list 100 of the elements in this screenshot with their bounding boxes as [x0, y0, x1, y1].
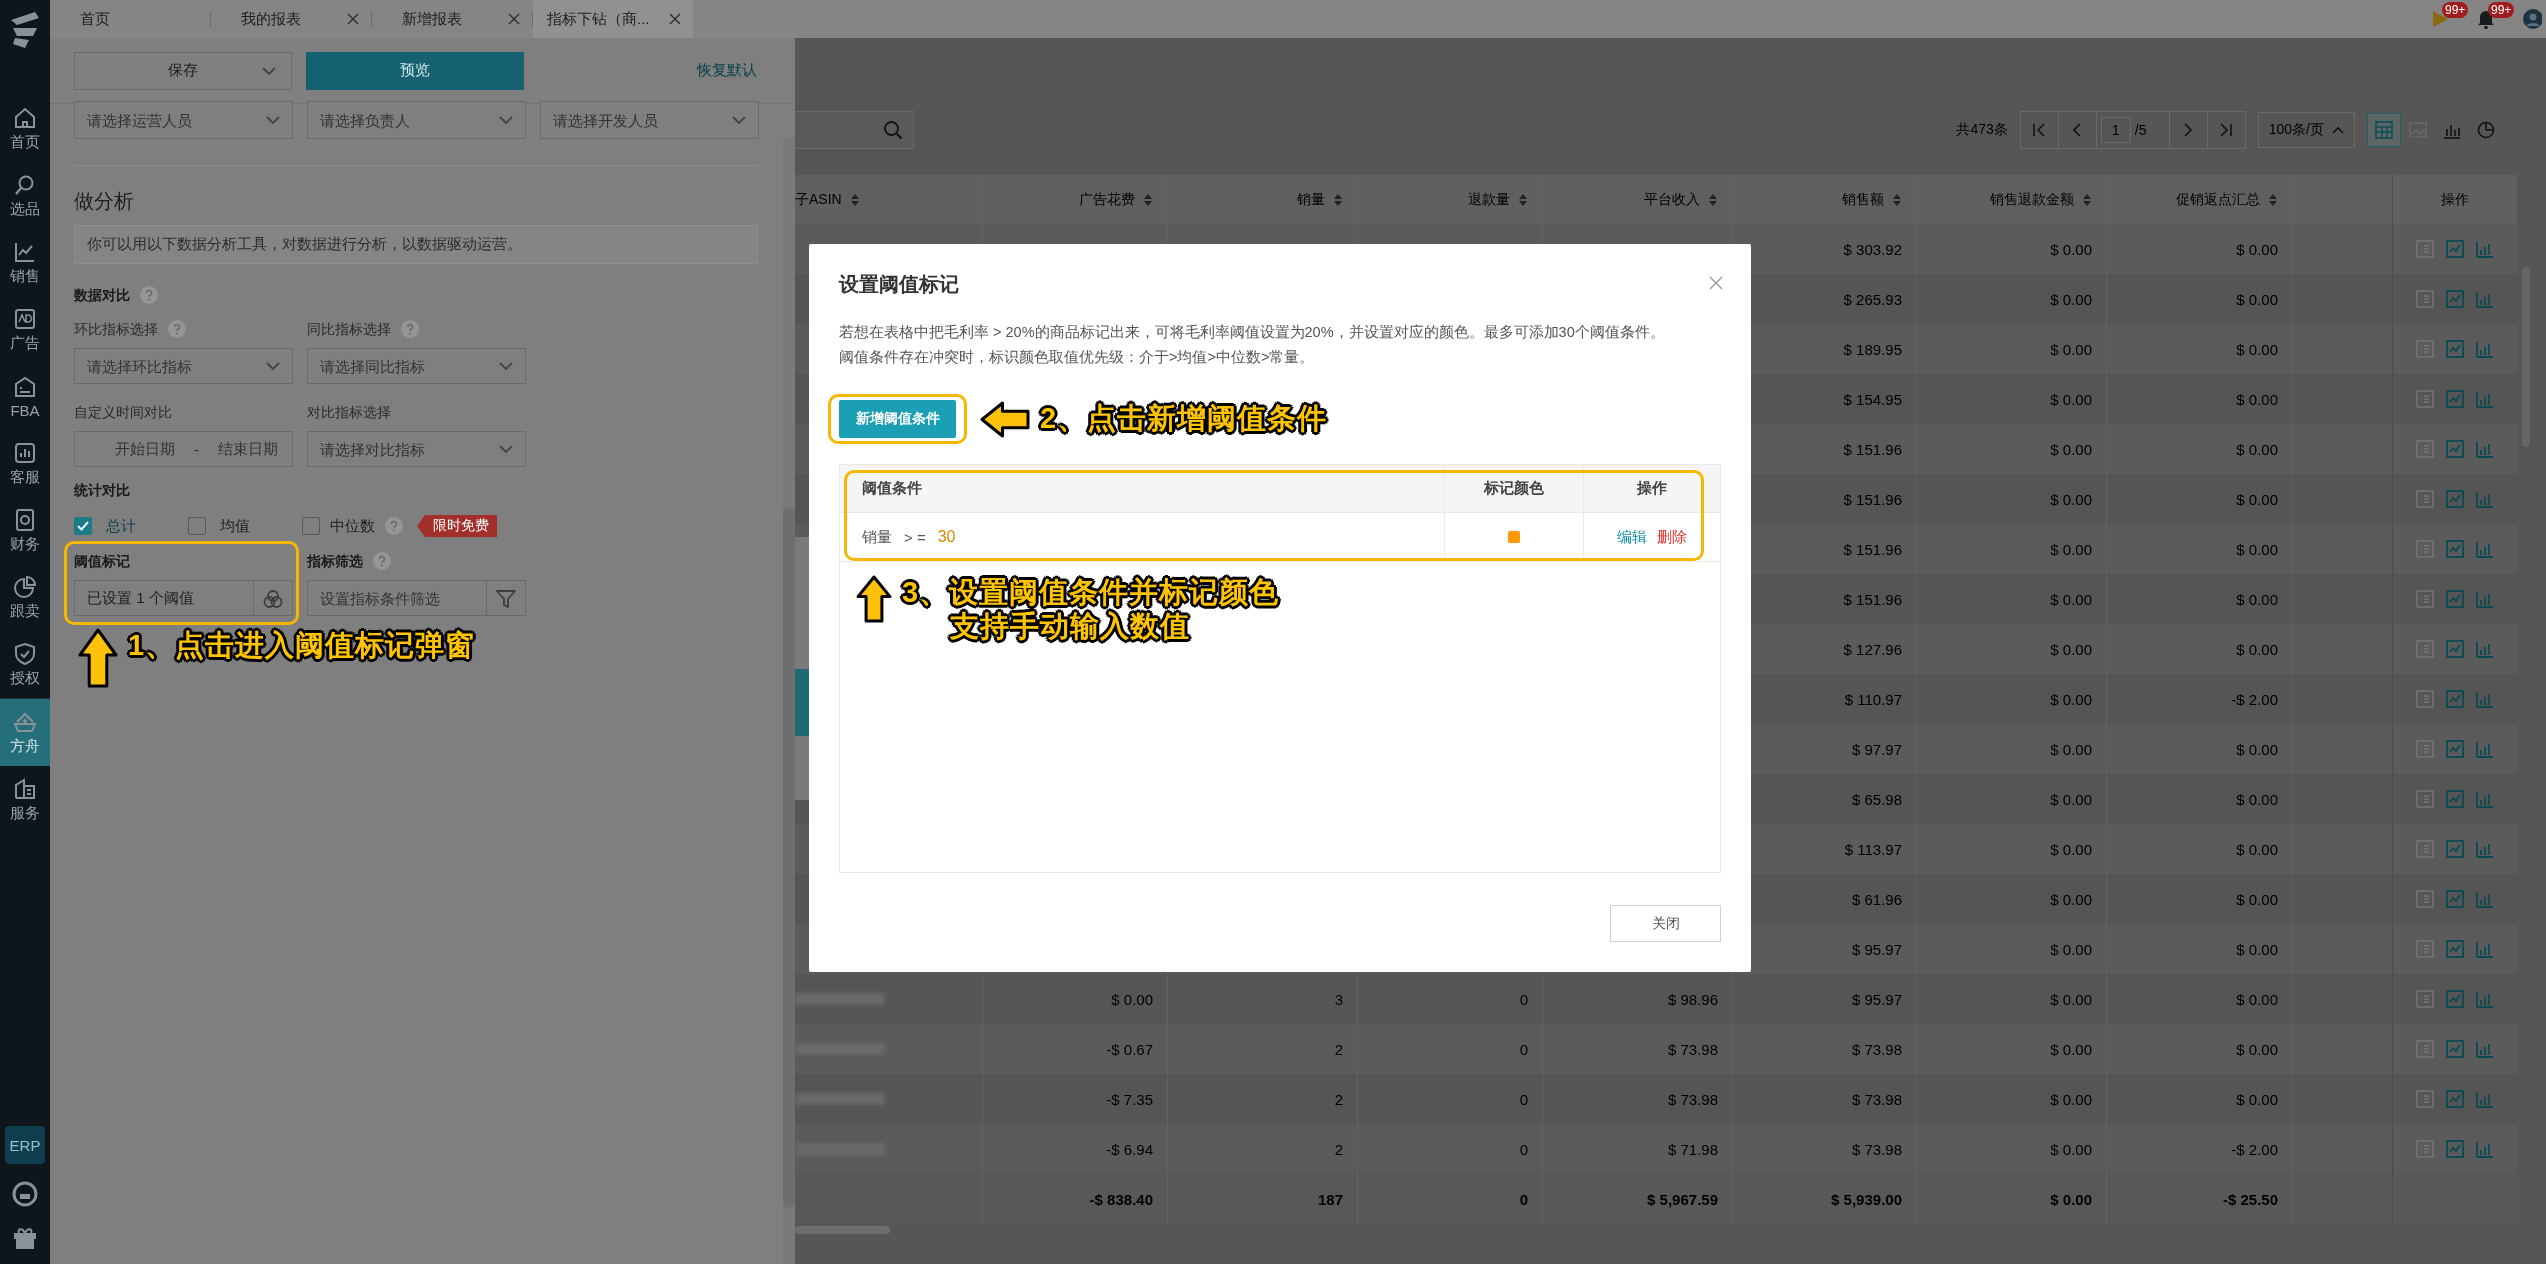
- nav-item[interactable]: 授权: [0, 631, 50, 698]
- funnel-icon[interactable]: [495, 587, 517, 609]
- close-icon[interactable]: [347, 13, 359, 25]
- save-dropdown[interactable]: 保存: [74, 51, 292, 90]
- line-chart-icon[interactable]: [2445, 589, 2465, 609]
- erp-button[interactable]: ERP: [5, 1126, 45, 1164]
- reset-link[interactable]: 恢复默认: [697, 61, 757, 80]
- line-chart-icon[interactable]: [2445, 939, 2465, 959]
- bar-chart-icon[interactable]: [2475, 1039, 2495, 1059]
- page-size-dropdown[interactable]: 100条/页: [2257, 112, 2355, 148]
- list-icon[interactable]: [2415, 889, 2435, 909]
- date-range-field[interactable]: 开始日期 - 结束日期: [74, 431, 293, 467]
- nav-item[interactable]: 客服: [0, 430, 50, 497]
- list-icon[interactable]: [2415, 589, 2435, 609]
- line-chart-icon[interactable]: [2445, 1039, 2465, 1059]
- list-icon[interactable]: [2415, 789, 2435, 809]
- select-field[interactable]: 请选择开发人员: [540, 101, 759, 139]
- line-chart-icon[interactable]: [2445, 539, 2465, 559]
- nav-item[interactable]: 跟卖: [0, 564, 50, 631]
- list-icon[interactable]: [2415, 939, 2435, 959]
- preview-button[interactable]: 预览: [306, 51, 524, 90]
- bar-chart-icon[interactable]: [2475, 939, 2495, 959]
- line-chart-icon[interactable]: [2445, 639, 2465, 659]
- add-condition-button[interactable]: 新增阈值条件: [839, 400, 956, 438]
- line-chart-icon[interactable]: [2445, 489, 2465, 509]
- delete-link[interactable]: 删除: [1657, 527, 1687, 547]
- nav-item[interactable]: 选品: [0, 162, 50, 229]
- close-icon[interactable]: [1709, 276, 1723, 290]
- list-icon[interactable]: [2415, 389, 2435, 409]
- list-icon[interactable]: [2415, 989, 2435, 1009]
- nav-item[interactable]: 财务: [0, 497, 50, 564]
- nav-item[interactable]: 服务: [0, 766, 50, 833]
- bar-chart-icon[interactable]: [2475, 889, 2495, 909]
- list-icon[interactable]: [2415, 1039, 2435, 1059]
- close-button[interactable]: 关闭: [1610, 905, 1721, 942]
- line-chart-icon[interactable]: [2445, 989, 2465, 1009]
- bar-chart-icon[interactable]: [2475, 589, 2495, 609]
- list-icon[interactable]: [2415, 689, 2435, 709]
- bar-chart-icon[interactable]: [2475, 289, 2495, 309]
- bar-chart-icon[interactable]: [2475, 789, 2495, 809]
- bar-chart-icon[interactable]: [2475, 739, 2495, 759]
- list-icon[interactable]: [2415, 1089, 2435, 1109]
- tab[interactable]: 指标下钻（商...: [533, 0, 693, 38]
- tab[interactable]: 首页: [50, 0, 210, 38]
- search-field[interactable]: [795, 111, 914, 149]
- view-button[interactable]: [2367, 113, 2401, 147]
- bar-chart-icon[interactable]: [2475, 1139, 2495, 1159]
- close-icon[interactable]: [669, 13, 681, 25]
- nav-item[interactable]: 广告: [0, 296, 50, 363]
- nav-item[interactable]: 方舟: [0, 699, 50, 766]
- tab[interactable]: 我的报表: [211, 0, 371, 38]
- select-field[interactable]: 请选择同比指标: [307, 348, 526, 384]
- checkbox[interactable]: [74, 517, 92, 535]
- nav-item[interactable]: 销售: [0, 229, 50, 296]
- close-icon[interactable]: [508, 13, 520, 25]
- circles-icon[interactable]: [262, 587, 284, 609]
- bar-chart-icon[interactable]: [2475, 839, 2495, 859]
- list-icon[interactable]: [2415, 739, 2435, 759]
- line-chart-icon[interactable]: [2445, 289, 2465, 309]
- checkbox[interactable]: [302, 517, 320, 535]
- line-chart-icon[interactable]: [2445, 889, 2465, 909]
- tab[interactable]: 新增报表: [372, 0, 532, 38]
- bar-chart-icon[interactable]: [2475, 539, 2495, 559]
- bar-chart-icon[interactable]: [2475, 639, 2495, 659]
- line-chart-icon[interactable]: [2445, 339, 2465, 359]
- list-icon[interactable]: [2415, 339, 2435, 359]
- list-icon[interactable]: [2415, 639, 2435, 659]
- bar-chart-icon[interactable]: [2475, 689, 2495, 709]
- line-chart-icon[interactable]: [2445, 439, 2465, 459]
- avatar[interactable]: [2522, 8, 2542, 30]
- page-input[interactable]: 1: [2100, 117, 2131, 143]
- input-field[interactable]: 设置指标条件筛选: [307, 580, 526, 616]
- line-chart-icon[interactable]: [2445, 389, 2465, 409]
- list-icon[interactable]: [2415, 489, 2435, 509]
- nav-item[interactable]: FBA: [0, 363, 50, 430]
- line-chart-icon[interactable]: [2445, 689, 2465, 709]
- list-icon[interactable]: [2415, 239, 2435, 259]
- bar-chart-icon[interactable]: [2475, 339, 2495, 359]
- list-icon[interactable]: [2415, 289, 2435, 309]
- line-chart-icon[interactable]: [2445, 739, 2465, 759]
- nav-item[interactable]: 首页: [0, 95, 50, 162]
- line-chart-icon[interactable]: [2445, 1089, 2465, 1109]
- select-field[interactable]: 请选择环比指标: [74, 348, 293, 384]
- line-chart-icon[interactable]: [2445, 239, 2465, 259]
- line-chart-icon[interactable]: [2445, 789, 2465, 809]
- bar-chart-icon[interactable]: [2475, 389, 2495, 409]
- edit-link[interactable]: 编辑: [1617, 527, 1647, 547]
- list-icon[interactable]: [2415, 439, 2435, 459]
- bar-chart-icon[interactable]: [2475, 489, 2495, 509]
- input-field[interactable]: 已设置 1 个阈值: [74, 580, 293, 616]
- select-field[interactable]: 请选择负责人: [307, 101, 526, 139]
- select-field[interactable]: 请选择运营人员: [74, 101, 293, 139]
- bar-chart-icon[interactable]: [2475, 239, 2495, 259]
- list-icon[interactable]: [2415, 1139, 2435, 1159]
- checkbox[interactable]: [188, 517, 206, 535]
- bar-chart-icon[interactable]: [2475, 439, 2495, 459]
- list-icon[interactable]: [2415, 839, 2435, 859]
- line-chart-icon[interactable]: [2445, 839, 2465, 859]
- list-icon[interactable]: [2415, 539, 2435, 559]
- bar-chart-icon[interactable]: [2475, 989, 2495, 1009]
